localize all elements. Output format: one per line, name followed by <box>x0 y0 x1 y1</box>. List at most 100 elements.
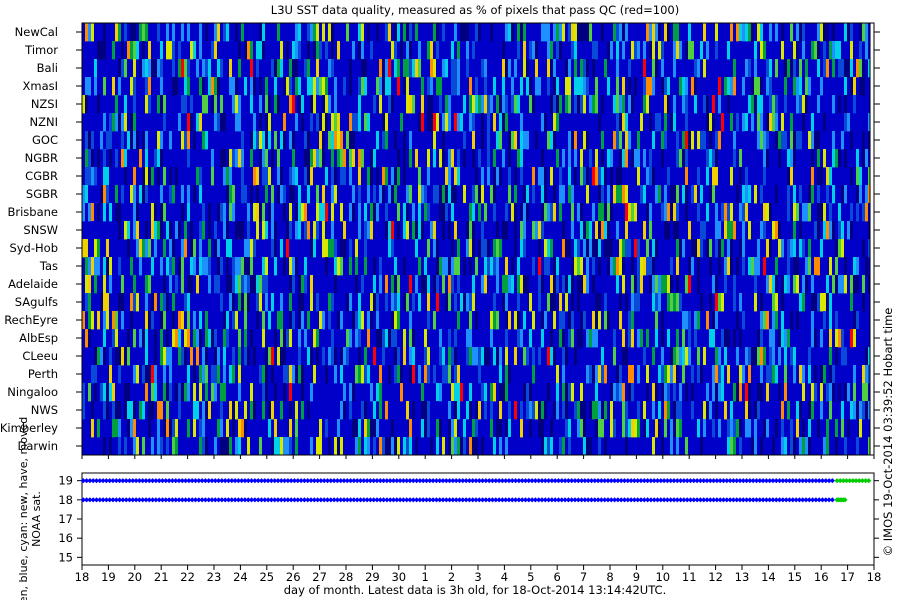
heatmap-cell <box>562 329 565 348</box>
heatmap-cell <box>544 203 547 222</box>
heatmap-cell <box>505 365 508 384</box>
heatmap-cell <box>676 401 679 420</box>
heatmap-cell <box>748 419 751 438</box>
heatmap-cell <box>667 23 670 42</box>
heatmap-cell <box>229 239 232 258</box>
heatmap-cell <box>679 221 682 240</box>
heatmap-cell <box>337 113 340 132</box>
heatmap-cell <box>787 239 790 258</box>
heatmap-cell <box>520 149 523 168</box>
heatmap-cell <box>364 221 367 240</box>
heatmap-cell <box>661 41 664 60</box>
heatmap-cell <box>295 365 298 384</box>
heatmap-cell <box>817 221 820 240</box>
heatmap-cell <box>172 293 175 312</box>
heatmap-cell <box>178 347 181 366</box>
heatmap-cell <box>91 401 94 420</box>
heatmap-cell <box>772 275 775 294</box>
heatmap-cell <box>748 257 751 276</box>
heatmap-cell <box>220 293 223 312</box>
heatmap-cell <box>775 365 778 384</box>
heatmap-cell <box>178 41 181 60</box>
heatmap-cell <box>274 419 277 438</box>
heatmap-cell <box>376 203 379 222</box>
heatmap-cell <box>301 113 304 132</box>
heatmap-cell <box>193 365 196 384</box>
heatmap-cell <box>208 221 211 240</box>
heatmap-cell <box>97 203 100 222</box>
heatmap-cell <box>436 257 439 276</box>
heatmap-cell <box>832 23 835 42</box>
heatmap-cell <box>175 419 178 438</box>
heatmap-cell <box>406 77 409 96</box>
heatmap-cell <box>331 167 334 186</box>
heatmap-cell <box>766 365 769 384</box>
heatmap-cell <box>625 347 628 366</box>
heatmap-cell <box>826 59 829 78</box>
heatmap-cell <box>349 311 352 330</box>
heatmap-cell <box>631 41 634 60</box>
heatmap-cell <box>301 293 304 312</box>
heatmap-cell <box>718 347 721 366</box>
heatmap-cell <box>556 95 559 114</box>
heatmap-cell <box>517 383 520 402</box>
heatmap-cell <box>490 113 493 132</box>
heatmap-cell <box>580 95 583 114</box>
heatmap-cell <box>469 401 472 420</box>
heatmap-cell <box>616 131 619 150</box>
heatmap-cell <box>223 365 226 384</box>
heatmap-cell <box>751 257 754 276</box>
heatmap-cell <box>433 275 436 294</box>
heatmap-cell <box>454 419 457 438</box>
heatmap-cell <box>280 437 283 456</box>
heatmap-cell <box>838 329 841 348</box>
heatmap-cell <box>202 275 205 294</box>
heatmap-cell <box>211 419 214 438</box>
heatmap-cell <box>556 113 559 132</box>
x-tick-label: 25 <box>259 570 274 584</box>
heatmap-cell <box>256 311 259 330</box>
heatmap-cell <box>469 203 472 222</box>
heatmap-cell <box>664 401 667 420</box>
heatmap-cell <box>733 77 736 96</box>
heatmap-cell <box>655 113 658 132</box>
heatmap-cell <box>448 131 451 150</box>
heatmap-cell <box>718 59 721 78</box>
heatmap-cell <box>325 113 328 132</box>
heatmap-cell <box>472 437 475 456</box>
heatmap-cell <box>646 167 649 186</box>
heatmap-cell <box>658 365 661 384</box>
heatmap-cell <box>616 221 619 240</box>
heatmap-cell <box>652 365 655 384</box>
heatmap-cell <box>286 437 289 456</box>
heatmap-cell <box>298 311 301 330</box>
heatmap-cell <box>403 365 406 384</box>
heatmap-cell <box>568 311 571 330</box>
heatmap-cell <box>673 293 676 312</box>
heatmap-cell <box>736 419 739 438</box>
heatmap-cell <box>178 221 181 240</box>
heatmap-cell <box>550 59 553 78</box>
heatmap-row-label: Tas <box>39 259 58 273</box>
heatmap-cell <box>604 203 607 222</box>
heatmap-cell <box>265 185 268 204</box>
heatmap-cell <box>403 221 406 240</box>
heatmap-cell <box>598 401 601 420</box>
heatmap-cell <box>604 437 607 456</box>
heatmap-cell <box>850 77 853 96</box>
heatmap-cell <box>385 167 388 186</box>
heatmap-cell <box>649 275 652 294</box>
heatmap-cell <box>295 203 298 222</box>
heatmap-cell <box>697 347 700 366</box>
heatmap-cell <box>478 23 481 42</box>
heatmap-cell <box>643 257 646 276</box>
heatmap-cell <box>487 131 490 150</box>
heatmap-cell <box>88 311 91 330</box>
heatmap-cell <box>490 419 493 438</box>
heatmap-cell <box>391 347 394 366</box>
heatmap-cell <box>661 95 664 114</box>
heatmap-cell <box>295 419 298 438</box>
heatmap-cell <box>415 347 418 366</box>
heatmap-cell <box>424 257 427 276</box>
heatmap-cell <box>124 185 127 204</box>
